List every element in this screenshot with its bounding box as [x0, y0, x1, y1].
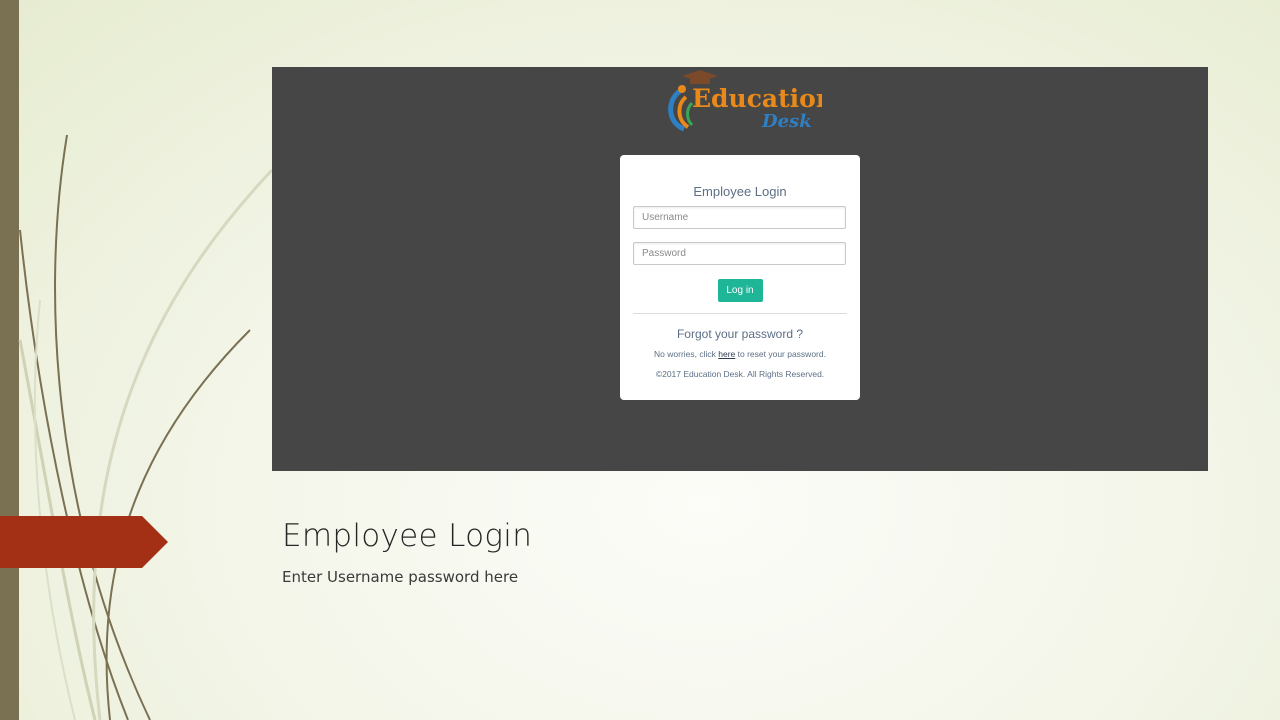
title-arrow-marker [0, 516, 168, 568]
slide-title: Employee Login [282, 518, 533, 554]
reset-suffix: to reset your password. [735, 349, 826, 359]
login-screenshot: Education Desk Employee Login Log in For… [272, 67, 1208, 471]
logo-text-education: Education [692, 84, 822, 113]
reset-prefix: No worries, click [654, 349, 719, 359]
login-title: Employee Login [693, 184, 787, 199]
reset-password-link[interactable]: here [718, 349, 735, 359]
slide-subtitle: Enter Username password here [282, 568, 519, 586]
copyright-text: ©2017 Education Desk. All Rights Reserve… [655, 369, 825, 379]
username-input[interactable] [633, 206, 846, 229]
password-input[interactable] [633, 242, 846, 265]
graduation-cap-icon [682, 70, 718, 84]
login-button-wrap: Log in [633, 278, 847, 302]
logo-text-desk: Desk [761, 111, 812, 132]
login-card: Employee Login Log in Forgot your passwo… [620, 155, 860, 400]
forgot-password-title: Forgot your password ? [676, 327, 804, 341]
login-button[interactable]: Log in [717, 279, 763, 302]
decorative-grass-lines [18, 134, 274, 720]
education-desk-logo: Education Desk [668, 70, 822, 132]
card-divider [633, 313, 847, 314]
reset-password-text: No worries, click here to reset your pas… [633, 349, 847, 360]
